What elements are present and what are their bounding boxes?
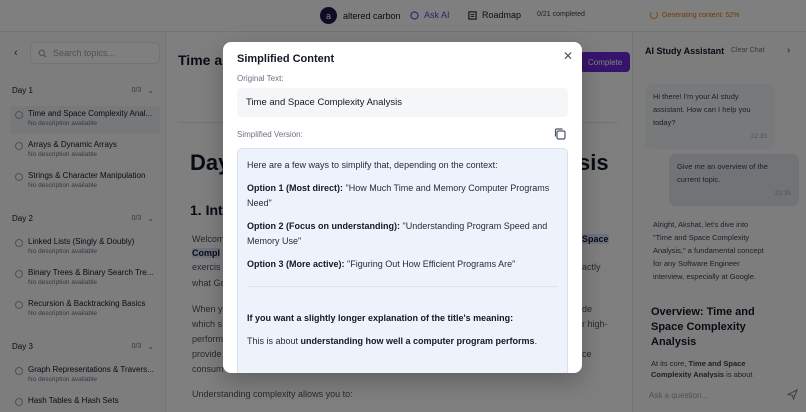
simplified-content-dialog: Simplified Content ✕ Original Text: Time… — [223, 42, 582, 373]
about-start: This is about — [247, 336, 301, 346]
about-text: This is about understanding how well a c… — [247, 334, 558, 349]
original-text: Time and Space Complexity Analysis — [246, 97, 402, 108]
longer-explanation-heading: If you want a slightly longer explanatio… — [247, 311, 558, 326]
close-icon[interactable]: ✕ — [560, 48, 576, 64]
simplified-intro: Here are a few ways to simplify that, de… — [247, 160, 498, 170]
original-text-box: Time and Space Complexity Analysis — [237, 88, 568, 117]
copy-icon[interactable] — [553, 127, 567, 141]
simplified-text-box: Here are a few ways to simplify that, de… — [237, 148, 568, 373]
dialog-title: Simplified Content — [237, 53, 335, 65]
option-label: Option 2 (Focus on understanding): — [247, 221, 400, 231]
about-bold: understanding how well a computer progra… — [300, 336, 535, 346]
option-2: Option 2 (Focus on understanding): "Unde… — [247, 219, 558, 249]
divider — [247, 286, 558, 287]
about-end: . — [534, 336, 538, 346]
original-text-label: Original Text: — [237, 74, 284, 83]
option-1: Option 1 (Most direct): "How Much Time a… — [247, 181, 558, 211]
option-label: Option 1 (Most direct): — [247, 183, 343, 193]
option-text: "Figuring Out How Efficient Programs Are… — [344, 259, 516, 269]
simplified-version-label: Simplified Version: — [237, 130, 303, 139]
option-3: Option 3 (More active): "Figuring Out Ho… — [247, 257, 558, 272]
option-label: Option 3 (More active): — [247, 259, 345, 269]
heading-text: If you want a slightly longer explanatio… — [247, 313, 514, 323]
